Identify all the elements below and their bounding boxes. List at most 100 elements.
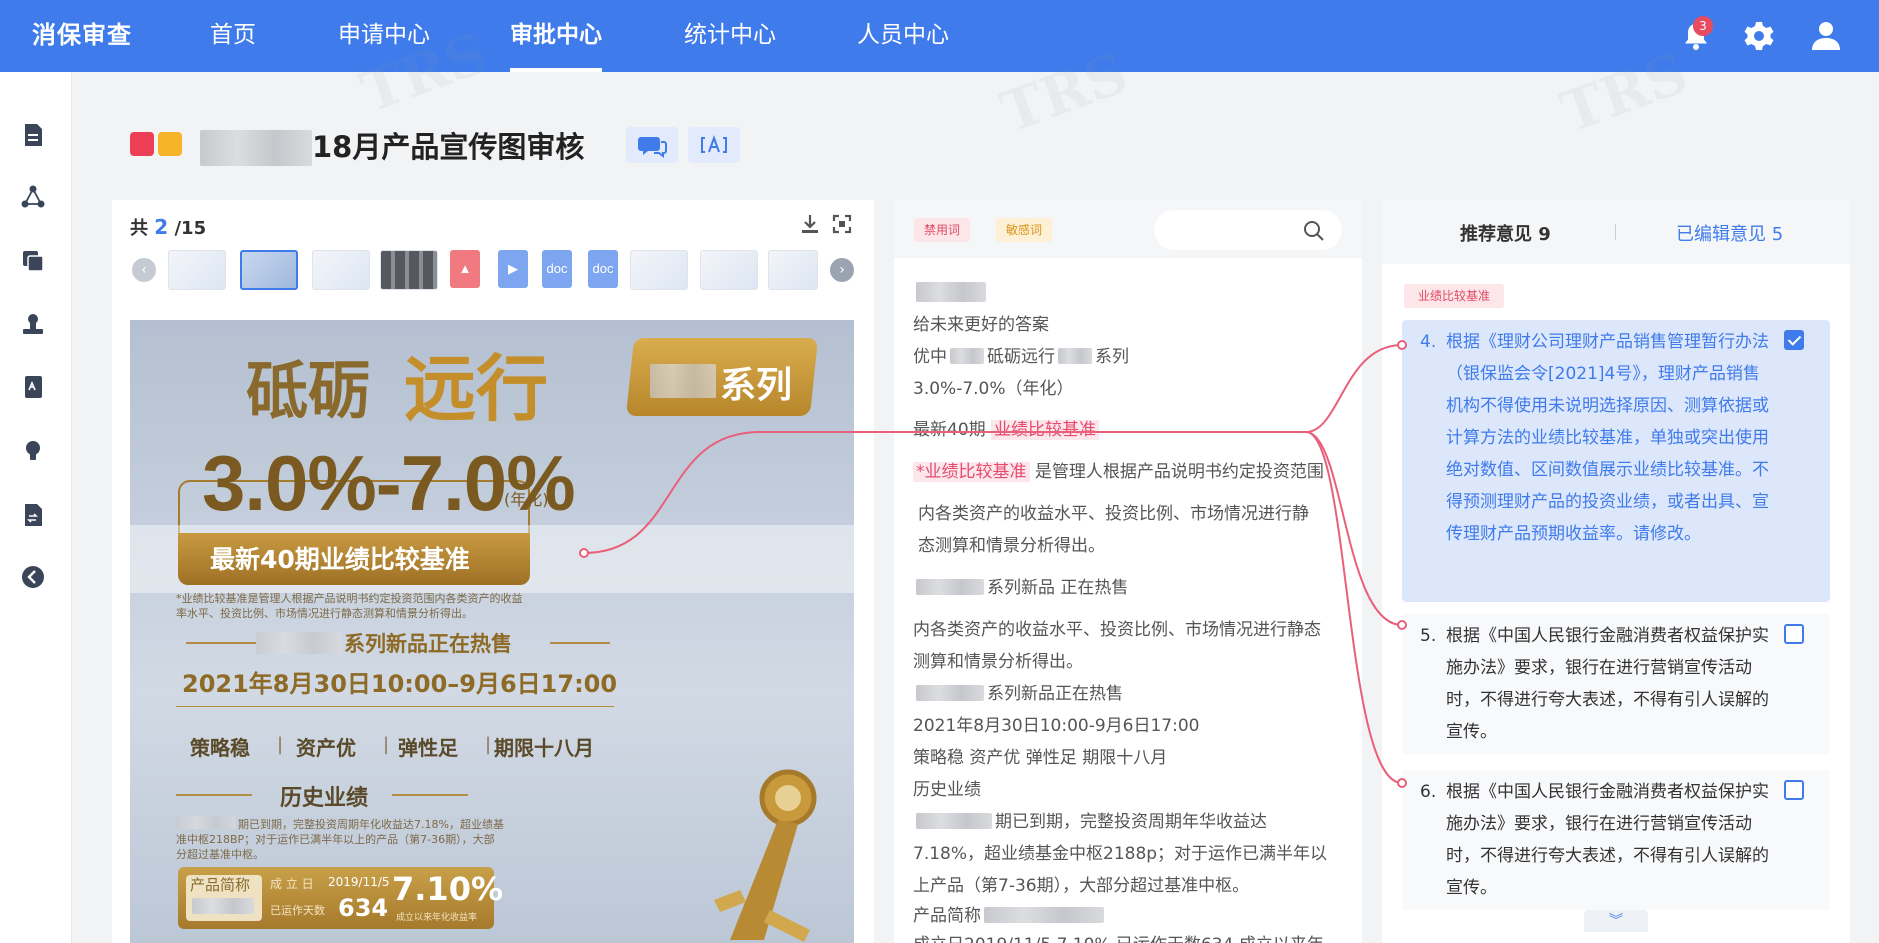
comment-button[interactable] (626, 127, 678, 163)
tab-recommended-opinions[interactable]: 推荐意见 9 (1460, 220, 1551, 246)
text-line: 期已到期，完整投资周期年华收益达 (913, 811, 1267, 833)
poster-feature-4: 期限十八月 (494, 736, 594, 760)
download-icon[interactable] (798, 212, 822, 236)
page-title: 18月产品宣传图审核 (312, 130, 585, 164)
next-thumbnail-button[interactable]: › (830, 258, 854, 282)
poster-image: 系列 砥砺 远行 3.0%-7.0% (年化) 最新40期业绩比较基准 *业绩比… (130, 320, 854, 943)
opinion-checkbox[interactable] (1784, 780, 1804, 800)
card-days: 634 (338, 894, 389, 922)
copy-icon[interactable] (18, 246, 48, 276)
fullscreen-icon[interactable] (830, 212, 854, 236)
divider (392, 794, 468, 796)
forbidden-words-tag[interactable]: 禁用词 (914, 218, 971, 242)
chat-icon (638, 137, 667, 158)
poster-date-range: 2021年8月30日10:00–9月6日17:00 (182, 670, 618, 698)
counter-total: /15 (174, 218, 207, 239)
nav-apply-center[interactable]: 申请中心 (338, 0, 430, 72)
divider (176, 706, 614, 707)
tab-edited-opinions[interactable]: 已编辑意见 5 (1676, 220, 1783, 246)
opinion-checkbox[interactable] (1784, 624, 1804, 644)
poster-feature-2: 资产优 (296, 736, 356, 760)
thumbnail[interactable] (768, 250, 818, 290)
card-rate: 7.10% (392, 870, 504, 908)
opinion-card[interactable]: 4. 根据《理财公司理财产品销售管理暂行办法（银保监会令[2021]4号》，理财… (1402, 320, 1830, 602)
text-line: 最新40期 业绩比较基准 (913, 419, 1100, 441)
nav-approval-center[interactable]: 审批中心 (510, 0, 602, 72)
app-brand[interactable]: 消保审查 (32, 0, 132, 72)
text-line: *业绩比较基准 是管理人根据产品说明书约定投资范围 (913, 461, 1324, 483)
text-line: 产品简称 (913, 905, 1107, 927)
text-line: 2021年8月30日10:00-9月6日17:00 (913, 716, 1200, 736)
search-icon[interactable] (1302, 219, 1326, 243)
poster-new-product: 系列新品正在热售 (344, 632, 512, 656)
benchmark-tag[interactable]: 业绩比较基准 (1404, 284, 1505, 308)
text-line: 上产品（第7-36期），大部分超过基准中枢。 (913, 876, 1250, 896)
bulb-icon[interactable] (18, 436, 48, 466)
redacted-word (916, 813, 992, 829)
card-label: 产品简称 (190, 876, 251, 894)
feature-separator: | (277, 734, 284, 755)
user-icon[interactable] (1806, 16, 1846, 56)
redacted-series-name (650, 364, 716, 398)
gear-icon[interactable] (1739, 16, 1779, 56)
highlight-benchmark[interactable]: 业绩比较基准 (991, 420, 1100, 440)
share-icon[interactable] (18, 182, 48, 212)
gold-key-illustration (714, 769, 817, 942)
ocr-button[interactable] (688, 127, 740, 163)
book-icon[interactable] (18, 372, 48, 402)
thumbnail[interactable] (380, 250, 438, 290)
opinion-checkbox[interactable] (1784, 330, 1804, 350)
poster-feature-1: 策略稳 (190, 736, 250, 760)
pdf-file-icon[interactable]: ▲ (450, 250, 480, 288)
stamp-icon[interactable] (18, 310, 48, 340)
poster-history-line-2: 准中枢218BP；对于运作已满半年以上的产品（第7-36期），大部 (176, 833, 495, 846)
text-fragment: 产品简称 (913, 906, 981, 926)
nav-home[interactable]: 首页 (210, 0, 256, 72)
redacted-card-name (192, 898, 254, 914)
sensitive-words-tag[interactable]: 敏感词 (996, 218, 1053, 242)
text-search-input[interactable] (1154, 210, 1342, 250)
poster-footnote-1: *业绩比较基准是管理人根据产品说明书约定投资范围内各类资产的收益 (176, 592, 523, 605)
highlight-benchmark-star[interactable]: *业绩比较基准 (913, 462, 1030, 482)
doc-file-icon[interactable]: doc (588, 250, 618, 288)
thumbnail-selected[interactable] (240, 250, 298, 290)
card-date-label: 成 立 日 (270, 877, 314, 891)
divider (186, 642, 256, 644)
poster-history-line-3: 分超过基准中枢。 (176, 848, 264, 861)
doc-file-icon[interactable]: doc (542, 250, 572, 288)
text-line: 7.18%，超业绩基金中枢2188p；对于运作已满半年以 (913, 844, 1328, 864)
file-flag-icon (158, 132, 182, 156)
thumbnail[interactable] (630, 250, 688, 290)
video-file-icon[interactable]: ▶ (498, 250, 528, 288)
card-days-label: 已运作天数 (270, 904, 325, 917)
opinion-number: 5. (1420, 626, 1437, 646)
text-line: 3.0%-7.0%（年化） (913, 379, 1074, 399)
nav-people-center[interactable]: 人员中心 (857, 0, 949, 72)
text-line: 成立日2019/11/5 7.10% 已运作天数634 成立以来年 (913, 934, 1324, 943)
nav-stats-center[interactable]: 统计中心 (684, 0, 776, 72)
document-icon[interactable] (18, 120, 48, 150)
redacted-word (950, 348, 984, 364)
text-line: 测算和情景分析得出。 (913, 652, 1083, 672)
redacted-product-name (256, 632, 342, 654)
tab-divider (1615, 224, 1616, 240)
text-fragment: 是管理人根据产品说明书约定投资范围 (1034, 462, 1324, 482)
feature-separator: | (485, 734, 492, 755)
redacted-word (916, 579, 984, 595)
poster-title-a: 砥砺 (246, 354, 371, 427)
card-date: 2019/11/5 (328, 875, 390, 889)
text-fragment: 砥砺远行 (987, 347, 1055, 367)
text-line: 内各类资产的收益水平、投资比例、市场情况进行静 (918, 504, 1309, 524)
back-arrow-icon[interactable] (18, 562, 48, 592)
load-more-button[interactable]: ︾ (1584, 910, 1648, 932)
thumbnail[interactable] (312, 250, 370, 290)
urgent-flag-icon (130, 132, 154, 156)
opinion-card[interactable]: 5. 根据《中国人民银行金融消费者权益保护实施办法》要求，银行在进行营销宣传活动… (1402, 614, 1830, 754)
text-line: 系列新品 正在热售 (913, 577, 1128, 599)
thumbnail[interactable] (700, 250, 758, 290)
thumbnail[interactable] (168, 250, 226, 290)
opinion-card[interactable]: 6. 根据《中国人民银行金融消费者权益保护实施办法》要求，银行在进行营销宣传活动… (1402, 770, 1830, 910)
prev-thumbnail-button[interactable]: ‹ (132, 258, 156, 282)
edit-document-icon[interactable] (18, 500, 48, 530)
redacted-title-prefix (200, 130, 312, 166)
